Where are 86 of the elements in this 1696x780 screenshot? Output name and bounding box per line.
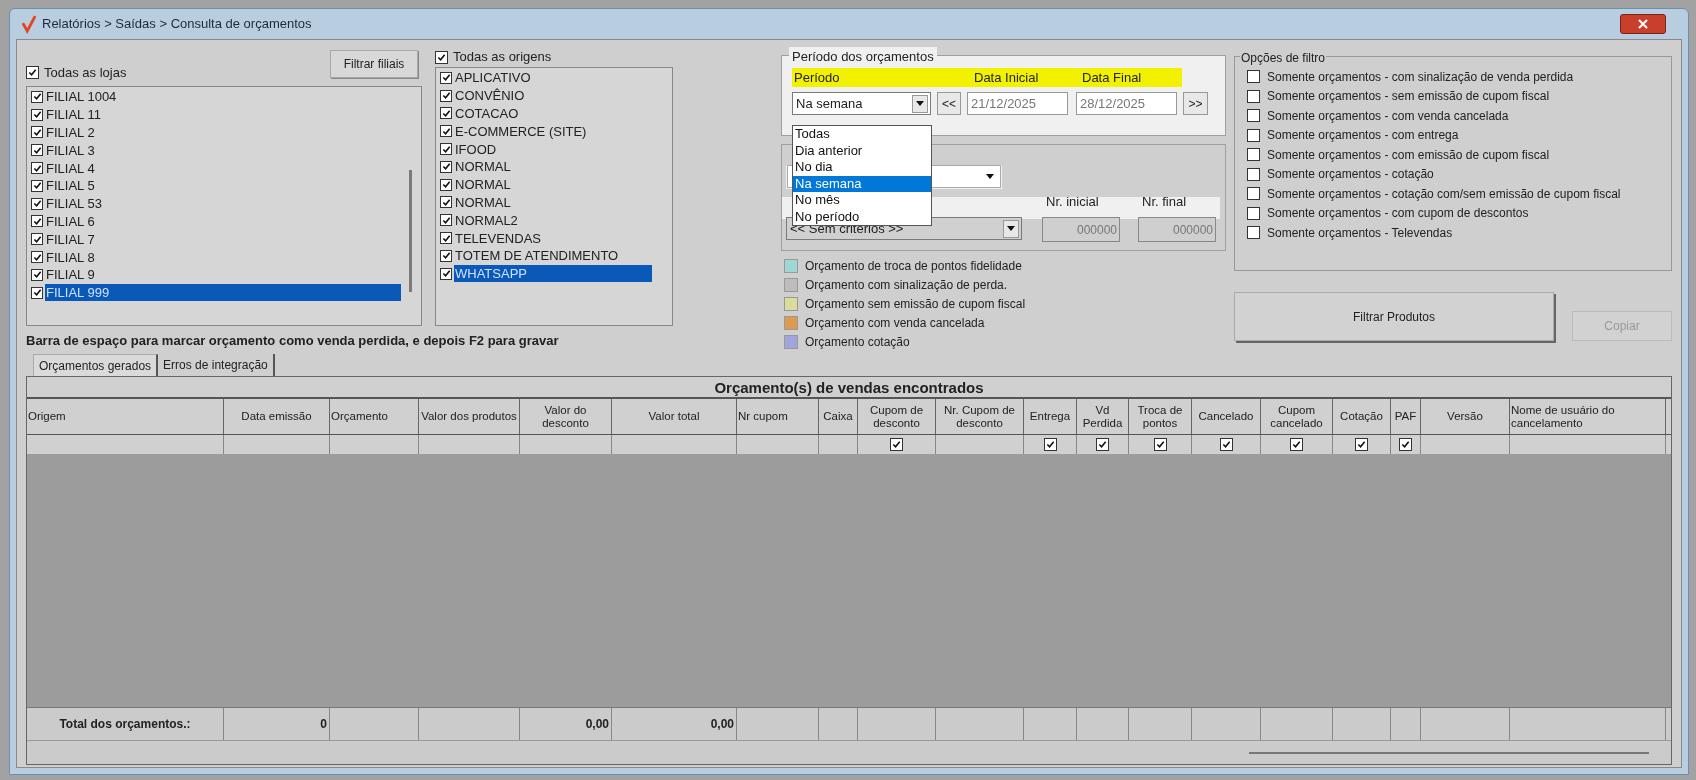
dropdown-option[interactable]: No dia: [793, 159, 931, 176]
totals-label: Total dos orçamentos.:: [59, 716, 191, 733]
column-header[interactable]: Valor do desconto: [520, 399, 612, 434]
column-header[interactable]: Cupom cancelado: [1261, 399, 1333, 434]
legend-label: Orçamento com venda cancelada: [805, 314, 985, 332]
table-title: Orçamento(s) de vendas encontrados: [27, 377, 1671, 399]
total-value: 0: [320, 716, 327, 733]
checkbox-label: Todas as origens: [453, 48, 552, 67]
list-item[interactable]: CONVÊNIO: [454, 87, 652, 105]
dropdown-option[interactable]: Dia anterior: [793, 142, 931, 159]
list-item[interactable]: FILIAL 1004: [45, 88, 401, 106]
column-header[interactable]: Origem: [27, 399, 224, 434]
column-header[interactable]: PAF: [1391, 399, 1421, 434]
list-item[interactable]: FILIAL 7: [45, 230, 401, 248]
column-header[interactable]: Vd Perdida: [1077, 399, 1129, 434]
checkbox-label: Somente orçamentos - com sinalização de venda perdida: [1267, 68, 1574, 86]
list-item[interactable]: TOTEM DE ATENDIMENTO: [454, 247, 652, 265]
previous-button[interactable]: <<: [937, 92, 961, 115]
dropdown-option[interactable]: No mês: [793, 192, 931, 209]
checkbox-label: Somente orçamentos - com venda cancelada: [1267, 107, 1509, 125]
column-header[interactable]: Valor total: [612, 399, 737, 434]
legend-label: Orçamento de troca de pontos fidelidade: [805, 257, 1022, 275]
list-item[interactable]: FILIAL 11: [45, 106, 401, 124]
tab[interactable]: Orçamentos gerados: [33, 354, 159, 376]
list-item[interactable]: NORMAL: [454, 176, 652, 194]
instruction-text: Barra de espaço para marcar orçamento como venda perdida, e depois F2 para gravar: [26, 331, 560, 350]
checkbox-label: Somente orçamentos - cotação: [1267, 166, 1434, 184]
list-item[interactable]: APLICATIVO: [454, 69, 652, 87]
legend-label: Orçamento sem emissão de cupom fiscal: [805, 295, 1026, 313]
list-item[interactable]: E-COMMERCE (SITE): [454, 122, 652, 140]
list-item[interactable]: FILIAL 6: [45, 212, 401, 230]
dropdown[interactable]: Na semana: [792, 92, 931, 115]
legend-label: Orçamento com sinalização de perda.: [805, 276, 1008, 294]
column-header[interactable]: Caixa: [819, 399, 858, 434]
total-value: 0,00: [585, 716, 609, 733]
legend-label: Orçamento cotação: [805, 333, 910, 351]
field-label: Período: [793, 68, 841, 87]
column-header[interactable]: Valor dos produtos: [419, 399, 520, 434]
column-header[interactable]: Orçamento: [330, 399, 419, 434]
column-header[interactable]: Troca de pontos: [1129, 399, 1192, 434]
dropdown-option[interactable]: Todas: [793, 126, 931, 143]
list-item[interactable]: FILIAL 4: [45, 159, 401, 177]
checkbox-label: Todas as lojas: [44, 63, 127, 82]
checkbox-label: Somente orçamentos - com emissão de cupom fiscal: [1267, 146, 1550, 164]
list-item[interactable]: FILIAL 9: [45, 266, 401, 284]
list-item[interactable]: FILIAL 999: [45, 284, 401, 302]
column-header[interactable]: Entrega: [1024, 399, 1077, 434]
filter-products-button[interactable]: Filtrar Produtos: [1234, 292, 1554, 341]
next-button[interactable]: >>: [1183, 92, 1208, 115]
field-label: Nr. inicial: [1046, 193, 1099, 212]
end-date-field[interactable]: 28/12/2025: [1076, 92, 1177, 115]
list-item[interactable]: NORMAL2: [454, 211, 652, 229]
field-label: Nr. final: [1142, 193, 1187, 212]
list-item[interactable]: TELEVENDAS: [454, 229, 652, 247]
list-item[interactable]: FILIAL 8: [45, 248, 401, 266]
column-header[interactable]: Cancelado: [1192, 399, 1261, 434]
field-label: Data Inicial: [974, 68, 1040, 87]
filter-stores-button[interactable]: Filtrar filiais: [330, 50, 418, 78]
list-item[interactable]: FILIAL 3: [45, 141, 401, 159]
list-item[interactable]: NORMAL: [454, 158, 652, 176]
list-item[interactable]: FILIAL 5: [45, 177, 401, 195]
list-item[interactable]: WHATSAPP: [454, 265, 652, 283]
list-item[interactable]: FILIAL 53: [45, 195, 401, 213]
column-header[interactable]: Cupom de desconto: [858, 399, 936, 434]
column-header[interactable]: Cotação: [1333, 399, 1391, 434]
list-item[interactable]: IFOOD: [454, 140, 652, 158]
start-date-field[interactable]: 21/12/2025: [967, 92, 1068, 115]
dropdown-value: Na semana: [795, 94, 864, 113]
checkbox-label: Somente orçamentos - sem emissão de cupom fiscal: [1267, 88, 1550, 106]
column-header[interactable]: Data emissão: [224, 399, 330, 434]
checkbox-label: Somente orçamentos - Televendas: [1267, 224, 1453, 242]
checkbox-label: Somente orçamentos - com entrega: [1267, 127, 1459, 145]
list-item[interactable]: FILIAL 2: [45, 124, 401, 141]
checkbox-label: Somente orçamentos - cotação com/sem emissão de cupom fiscal: [1267, 185, 1621, 203]
field-label: Data Final: [1082, 68, 1142, 87]
column-header[interactable]: Versão: [1421, 399, 1510, 434]
column-header[interactable]: Nr cupom: [737, 399, 819, 434]
window-title: Relatórios > Saídas > Consulta de orçamentos: [42, 15, 312, 34]
column-header[interactable]: Nr. Cupom de desconto: [936, 399, 1024, 434]
checkbox-label: Somente orçamentos - com cupom de descontos: [1267, 205, 1529, 223]
total-value: 0,00: [710, 716, 734, 733]
list-item[interactable]: NORMAL: [454, 193, 652, 211]
column-header[interactable]: Nome de usuário do cancelamento: [1510, 399, 1666, 434]
dropdown-option[interactable]: Na semana: [793, 175, 931, 192]
group-title: Período dos orçamentos: [789, 47, 937, 67]
list-item[interactable]: COTACAO: [454, 105, 652, 122]
